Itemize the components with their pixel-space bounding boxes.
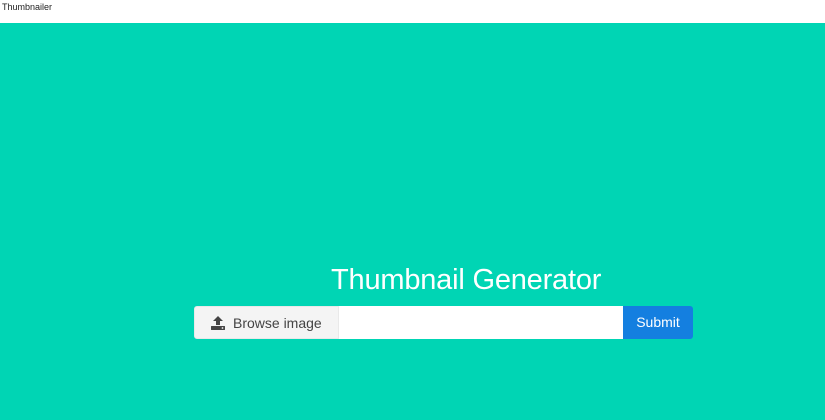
upload-icon — [211, 316, 225, 330]
navbar: Thumbnailer — [0, 0, 825, 23]
browse-image-button[interactable]: Browse image — [194, 306, 339, 339]
page-title: Thumbnail Generator — [331, 264, 602, 296]
upload-form: Browse image Submit — [194, 306, 693, 339]
browse-image-label: Browse image — [233, 315, 322, 331]
hero-section: Thumbnail Generator Browse image Submit — [0, 23, 825, 420]
file-name-field[interactable] — [339, 306, 623, 339]
submit-button[interactable]: Submit — [623, 306, 693, 339]
navbar-brand[interactable]: Thumbnailer — [2, 1, 52, 13]
